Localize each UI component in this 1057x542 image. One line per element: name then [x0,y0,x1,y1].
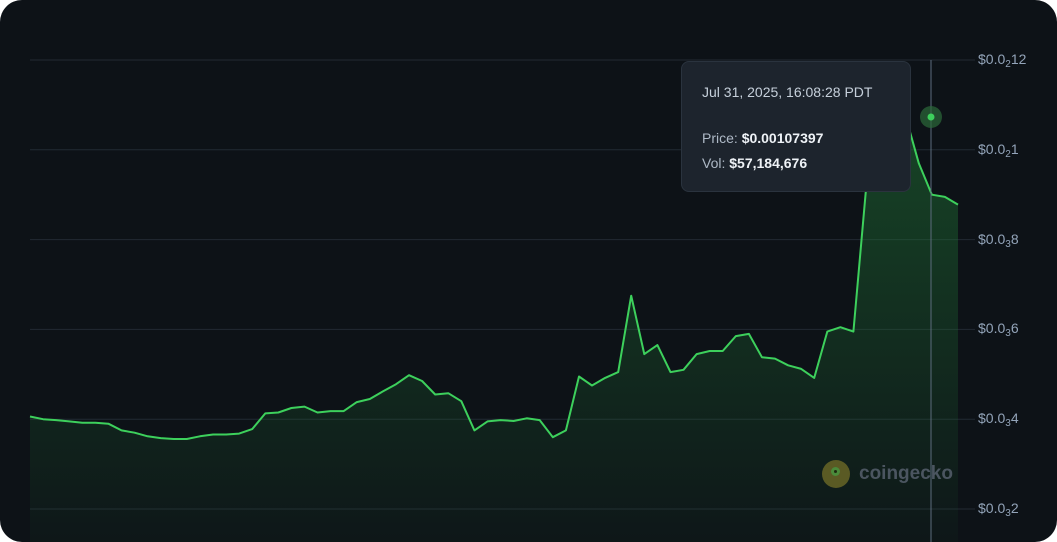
y-tick-label: $0.036 [978,320,1019,340]
hover-point[interactable] [927,113,935,121]
y-tick-label: $0.038 [978,230,1019,250]
y-tick-label: $0.021 [978,140,1019,160]
tooltip-vol-row: Vol: $57,184,676 [702,155,807,171]
coingecko-logo-icon [822,460,850,488]
price-tooltip: Jul 31, 2025, 16:08:28 PDT Price: $0.001… [681,61,911,192]
price-chart-card: $0.0212 $0.021 $0.038 $0.036 $0.034 $0.032 co… [0,0,1057,542]
tooltip-vol-value: $57,184,676 [729,155,808,171]
y-tick-label: $0.0212 [978,51,1027,70]
watermark-brand: coingecko [859,463,953,484]
tooltip-price-label: Price: [702,130,738,146]
tooltip-price-value: $0.00107397 [741,130,824,146]
coingecko-watermark: coingecko [822,460,953,488]
y-tick-label: $0.034 [978,410,1019,430]
tooltip-date: Jul 31, 2025, 16:08:28 PDT [702,84,873,100]
tooltip-vol-label: Vol: [702,155,726,171]
y-tick-label: $0.032 [978,500,1019,519]
tooltip-price-row: Price: $0.00107397 [702,130,823,146]
